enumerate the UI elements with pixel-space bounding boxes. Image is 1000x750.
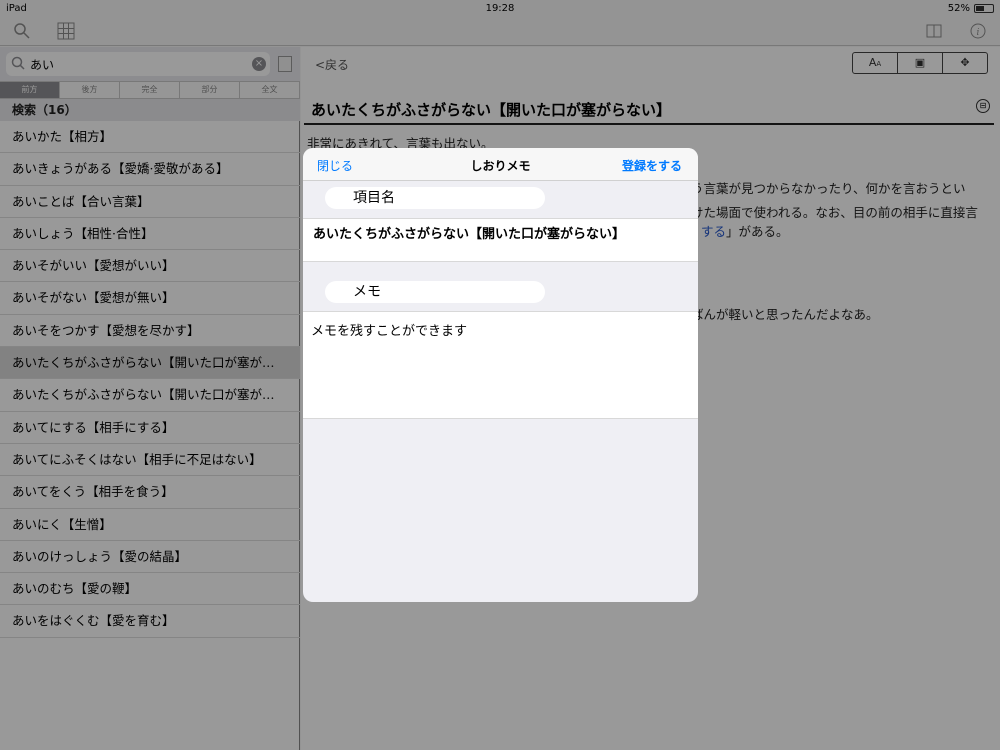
memo-label: メモ [325, 281, 545, 303]
memo-textarea[interactable]: メモを残すことができます [303, 311, 698, 419]
item-name-label: 項目名 [325, 187, 545, 209]
memo-text: メモを残すことができます [311, 324, 468, 339]
item-name-value: あいたくちがふさがらない【開いた口が塞がらない】 [313, 227, 626, 242]
item-name-field[interactable]: あいたくちがふさがらない【開いた口が塞がらない】 [303, 218, 698, 262]
save-button[interactable]: 登録をする [622, 157, 682, 174]
dialog-header: 閉じる しおりメモ 登録をする [303, 148, 698, 181]
bookmark-memo-dialog: 閉じる しおりメモ 登録をする 項目名 あいたくちがふさがらない【開いた口が塞が… [303, 148, 698, 602]
